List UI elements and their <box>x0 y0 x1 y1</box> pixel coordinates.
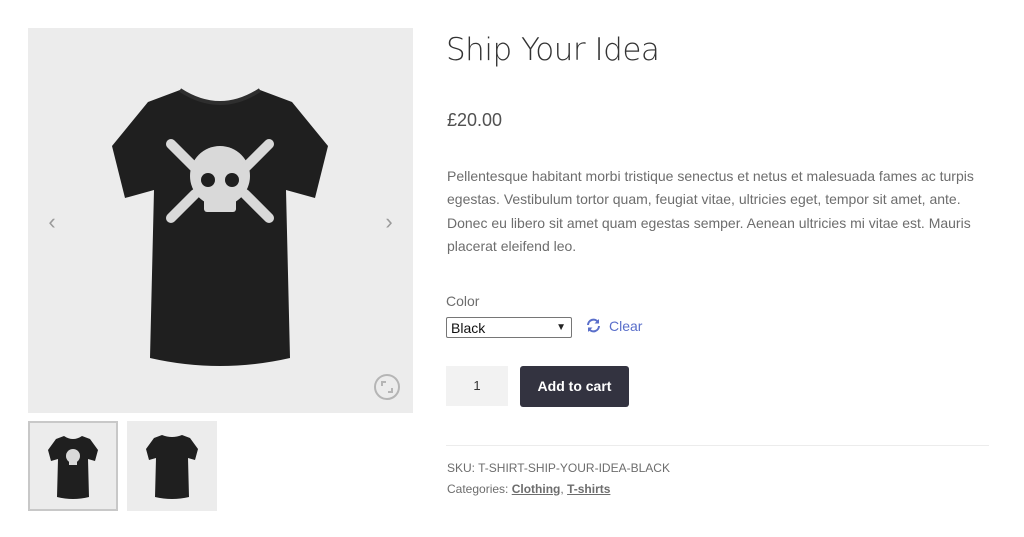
category-separator: , <box>560 482 564 496</box>
category-link-tshirts[interactable]: T-shirts <box>567 482 610 496</box>
clear-label: Clear <box>609 318 643 334</box>
thumbnail-front[interactable] <box>28 421 118 511</box>
divider <box>446 445 989 446</box>
category-link-clothing[interactable]: Clothing <box>512 482 561 496</box>
chevron-down-icon: ▼ <box>556 322 566 333</box>
chevron-left-icon[interactable]: ‹ <box>42 210 62 234</box>
chevron-right-icon[interactable]: › <box>379 210 399 234</box>
product-title: Ship Your Idea <box>446 32 660 68</box>
product-categories: Categories: Clothing, T-shirts <box>447 481 610 497</box>
sku-label: SKU: <box>447 461 476 475</box>
color-select-value: Black <box>451 320 486 336</box>
product-price: £20.00 <box>447 110 503 130</box>
thumbnail-back[interactable] <box>127 421 217 511</box>
categories-label: Categories: <box>447 482 509 496</box>
product-description: Pellentesque habitant morbi tristique se… <box>447 168 974 254</box>
product-image-tshirt-front[interactable] <box>28 28 413 413</box>
quantity-input[interactable]: 1 <box>446 366 508 406</box>
add-to-cart-button[interactable]: Add to cart <box>520 366 629 407</box>
product-gallery: ‹ › <box>28 28 413 413</box>
product-sku: SKU: T-SHIRT-SHIP-YOUR-IDEA-BLACK <box>447 460 670 476</box>
zoom-icon[interactable] <box>374 374 400 400</box>
color-select[interactable]: Black ▼ <box>446 317 572 338</box>
refresh-icon <box>587 318 600 333</box>
color-label: Color <box>446 293 480 309</box>
sku-value: T-SHIRT-SHIP-YOUR-IDEA-BLACK <box>478 461 670 475</box>
